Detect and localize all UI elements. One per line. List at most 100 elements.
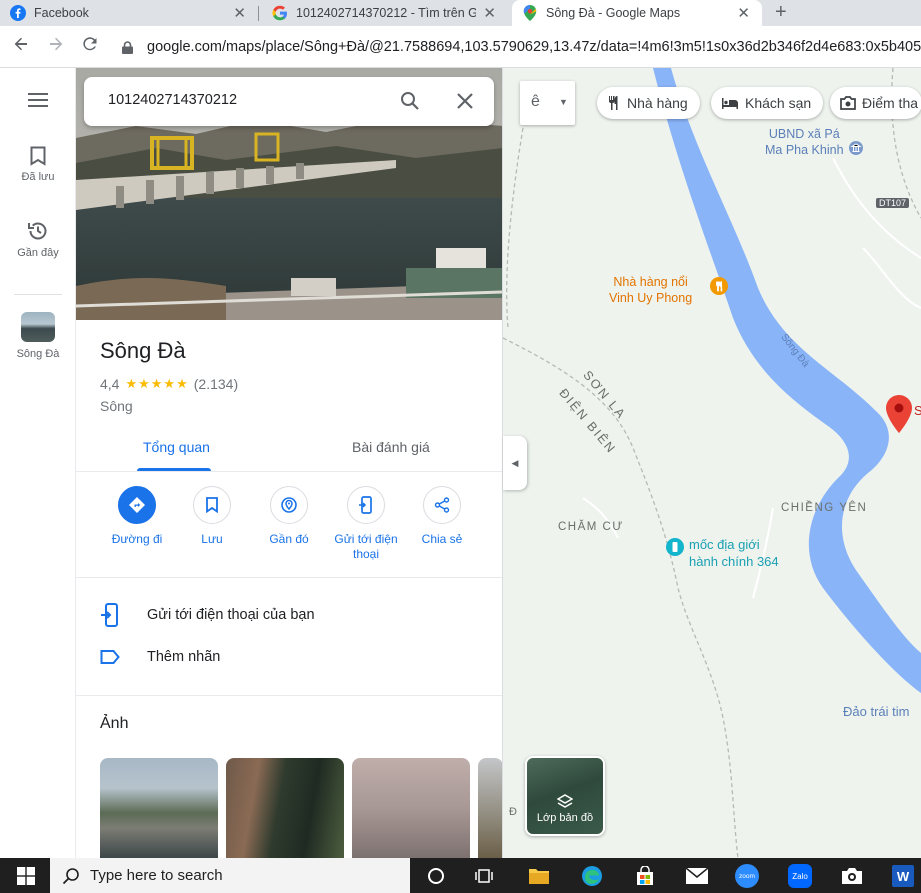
phone-send-icon bbox=[347, 486, 385, 524]
zoom-label: zoom bbox=[735, 864, 759, 888]
save-button[interactable]: Lưu bbox=[174, 486, 250, 547]
camera-app-icon[interactable] bbox=[840, 864, 864, 888]
photo-thumbnail[interactable] bbox=[352, 758, 470, 858]
photo-thumbnail[interactable] bbox=[478, 758, 502, 858]
map-layers-button[interactable]: Lớp bản đồ bbox=[525, 756, 605, 836]
share-button[interactable]: Chia sẻ bbox=[404, 486, 480, 547]
send-to-phone-button[interactable]: Gửi tới điện thoại bbox=[328, 486, 404, 562]
place-hero-photo[interactable]: 1012402714370212 bbox=[76, 68, 502, 320]
pin-label: S bbox=[914, 403, 921, 418]
chevron-left-icon: ◀ bbox=[511, 457, 519, 468]
nearby-button[interactable]: Gần đó bbox=[251, 486, 327, 547]
restaurant-line1: Nhà hàng nổi bbox=[613, 275, 688, 289]
file-explorer-icon[interactable] bbox=[527, 864, 551, 888]
place-label: Sông Đà bbox=[16, 348, 60, 360]
ubnd-line2: Ma Pha Khinh bbox=[765, 143, 844, 157]
maps-pin-icon bbox=[522, 5, 538, 21]
place-category[interactable]: Sông bbox=[100, 398, 133, 414]
chip-attractions[interactable]: Điểm tha bbox=[830, 87, 921, 119]
map-label-ubnd[interactable]: UBND xã Pá Ma Pha Khinh bbox=[765, 126, 844, 158]
tab-title: Sông Đà - Google Maps bbox=[546, 6, 681, 20]
recent-label: Gần đây bbox=[17, 247, 59, 259]
browser-toolbar: google.com/maps/place/Sông+Đà/@21.758869… bbox=[0, 26, 921, 68]
add-label-row[interactable]: Thêm nhãn bbox=[100, 645, 220, 669]
maps-left-rail: Đã lưu Gần đây Sông Đà bbox=[0, 68, 76, 858]
directions-label: Đường đi bbox=[111, 532, 163, 546]
bookmark-icon bbox=[30, 146, 46, 166]
cortana-icon[interactable] bbox=[424, 864, 448, 888]
close-tab-icon[interactable]: ✕ bbox=[737, 4, 750, 22]
recent-place-song-da[interactable]: Sông Đà bbox=[0, 312, 76, 360]
layers-icon bbox=[557, 794, 573, 808]
tab-separator bbox=[258, 6, 259, 21]
lang-label: ê bbox=[531, 93, 540, 110]
word-label: W bbox=[892, 865, 914, 887]
search-box[interactable]: 1012402714370212 bbox=[84, 77, 494, 126]
search-icon[interactable] bbox=[400, 91, 420, 116]
tab-google-maps[interactable]: Sông Đà - Google Maps ✕ bbox=[512, 0, 762, 26]
landmark-pin-icon[interactable] bbox=[666, 538, 684, 561]
directions-icon bbox=[118, 486, 156, 524]
photo-thumbnail[interactable] bbox=[226, 758, 344, 858]
nearby-icon bbox=[270, 486, 308, 524]
map-label-boundary-marker[interactable]: mốc địa giới hành chính 364 bbox=[689, 536, 779, 570]
location-pin-icon[interactable] bbox=[886, 395, 912, 438]
hotel-bed-icon bbox=[722, 98, 738, 109]
map-canvas[interactable]: ê ▼ Nhà hàng Khách sạn Điểm tha UBND xã … bbox=[503, 68, 921, 858]
address-bar[interactable]: google.com/maps/place/Sông+Đà/@21.758869… bbox=[122, 35, 921, 59]
search-icon bbox=[62, 867, 79, 884]
map-base-layer bbox=[503, 68, 921, 858]
word-app-icon[interactable]: W bbox=[891, 864, 915, 888]
windows-start-icon[interactable] bbox=[14, 864, 38, 888]
collapse-panel-button[interactable]: ◀ bbox=[503, 436, 527, 490]
zoom-app-icon[interactable]: zoom bbox=[735, 864, 759, 888]
map-label-dao-trai-tim[interactable]: Đảo trái tim bbox=[843, 704, 909, 719]
camera-icon bbox=[840, 96, 856, 110]
place-tabs: Tổng quan Bài đánh giá bbox=[76, 428, 502, 472]
chip-hotels[interactable]: Khách sạn bbox=[711, 87, 824, 119]
hamburger-menu-icon bbox=[28, 93, 48, 107]
restaurant-pin-icon[interactable] bbox=[710, 277, 728, 300]
edge-browser-icon[interactable] bbox=[580, 864, 604, 888]
forward-arrow-icon[interactable] bbox=[47, 35, 65, 58]
photo-thumbnail[interactable] bbox=[100, 758, 218, 858]
tab-overview[interactable]: Tổng quan bbox=[143, 439, 210, 455]
facebook-icon bbox=[10, 5, 26, 21]
chip-restaurants[interactable]: Nhà hàng bbox=[597, 87, 700, 119]
menu-button[interactable] bbox=[0, 92, 76, 113]
tab-facebook[interactable]: Facebook ✕ bbox=[0, 0, 258, 26]
tab-google-search[interactable]: 1012402714370212 - Tìm trên G ✕ bbox=[262, 0, 508, 26]
tab-title: Facebook bbox=[34, 6, 89, 20]
mail-icon[interactable] bbox=[685, 864, 709, 888]
zalo-app-icon[interactable]: Zalo bbox=[788, 864, 812, 888]
lock-icon bbox=[122, 40, 133, 54]
rating-row: 4,4 ★★★★★ (2.134) bbox=[100, 376, 238, 392]
close-icon[interactable] bbox=[456, 92, 474, 115]
back-arrow-icon[interactable] bbox=[12, 35, 30, 58]
boundary-line1: mốc địa giới bbox=[689, 537, 760, 552]
saved-button[interactable]: Đã lưu bbox=[0, 146, 76, 183]
directions-button[interactable]: Đường đi bbox=[99, 486, 175, 547]
reload-icon[interactable] bbox=[81, 35, 99, 58]
close-tab-icon[interactable]: ✕ bbox=[483, 4, 496, 22]
search-query[interactable]: 1012402714370212 bbox=[108, 92, 237, 108]
recent-button[interactable]: Gần đây bbox=[0, 220, 76, 259]
map-label-restaurant[interactable]: Nhà hàng nổi Vinh Uy Phong bbox=[609, 274, 692, 306]
close-tab-icon[interactable]: ✕ bbox=[233, 4, 246, 22]
share-icon bbox=[423, 486, 461, 524]
store-icon[interactable] bbox=[633, 864, 657, 888]
url-text: google.com/maps/place/Sông+Đà/@21.758869… bbox=[147, 39, 921, 55]
task-view-icon[interactable] bbox=[473, 864, 497, 888]
language-toggle[interactable]: ê ▼ bbox=[520, 81, 575, 125]
tab-reviews[interactable]: Bài đánh giá bbox=[352, 439, 430, 455]
new-tab-icon[interactable]: + bbox=[775, 1, 787, 24]
photos-heading: Ảnh bbox=[100, 715, 129, 732]
send-to-phone-row[interactable]: Gửi tới điện thoại của bạn bbox=[100, 603, 315, 627]
ubnd-line1: UBND xã Pá bbox=[768, 127, 840, 141]
taskbar-search-box[interactable]: Type here to search bbox=[50, 858, 410, 893]
review-count[interactable]: (2.134) bbox=[194, 376, 238, 392]
label-tag-icon bbox=[100, 650, 120, 664]
add-label-row-label: Thêm nhãn bbox=[147, 649, 221, 665]
divider bbox=[76, 577, 502, 578]
browser-tab-strip: Facebook ✕ 1012402714370212 - Tìm trên G… bbox=[0, 0, 921, 26]
